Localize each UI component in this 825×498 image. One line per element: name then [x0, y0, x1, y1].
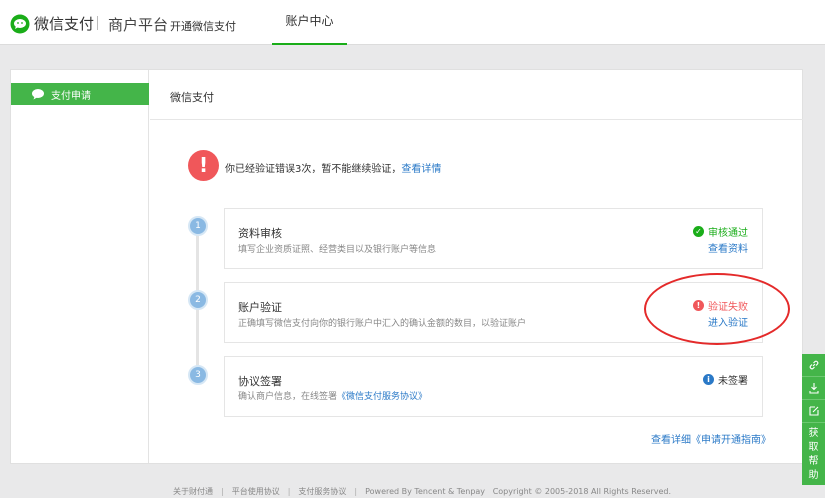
step-desc-prefix: 确认商户信息，在线签署 — [238, 392, 338, 402]
download-button[interactable] — [802, 377, 825, 400]
content-title: 微信支付 — [170, 91, 214, 104]
edit-icon — [808, 406, 819, 416]
view-materials-link[interactable]: 查看资料 — [708, 240, 748, 255]
edit-button[interactable] — [802, 400, 825, 423]
step-desc: 填写企业资质证照、经营类目以及银行账户等信息 — [238, 245, 437, 255]
step-title: 协议签署 — [238, 375, 282, 388]
open-pay-label: 开通微信支付 — [170, 20, 236, 33]
link-icon — [809, 360, 818, 370]
logo-text: 微信支付 — [34, 15, 95, 33]
help-char: 获 — [808, 428, 819, 439]
service-agreement-link[interactable]: 《微信支付服务协议》 — [337, 392, 427, 402]
check-icon: ✓ — [693, 226, 704, 237]
alert-details-link[interactable]: 查看详情 — [401, 164, 441, 175]
status-approved: ✓ 审核通过 — [693, 224, 748, 239]
download-icon — [808, 383, 819, 394]
content-header: 微信支付 — [150, 70, 803, 120]
footer-copyright: Copyright © 2005-2018 All Rights Reserve… — [492, 487, 672, 496]
alert-exclamation-icon: ! — [188, 150, 219, 181]
footer-link-platform-agreement[interactable]: 平台使用协议 — [232, 487, 280, 496]
header-divider — [97, 16, 98, 30]
sidebar: 支付申请 — [11, 70, 149, 463]
chat-bubble-icon — [32, 89, 44, 100]
top-header: 微信支付 商户平台 开通微信支付 账户中心 — [0, 0, 825, 45]
tab-account-center[interactable]: 账户中心 — [272, 0, 347, 45]
help-sidebar: 获 取 帮 助 — [802, 354, 825, 485]
step-number-2: 2 — [188, 290, 208, 310]
step-title: 资料审核 — [238, 227, 282, 240]
status-unsigned: i 未签署 — [703, 372, 748, 387]
platform-title: 商户平台 — [108, 16, 169, 34]
link-button[interactable] — [802, 354, 825, 377]
alert-text: 你已经验证错误3次，暂不能继续验证， — [225, 164, 402, 175]
status-text: 未签署 — [718, 376, 748, 387]
footer-link-about[interactable]: 关于财付通 — [173, 487, 213, 496]
apply-guide-link[interactable]: 查看详细《申请开通指南》 — [651, 431, 771, 446]
step-title: 账户验证 — [238, 301, 282, 314]
step-card-agreement: 协议签署 确认商户信息，在线签署《微信支付服务协议》 i 未签署 — [224, 356, 763, 417]
step-card-review: 资料审核 填写企业资质证照、经营类目以及银行账户等信息 ✓ 审核通过 查看资料 — [224, 208, 763, 269]
status-text: 审核通过 — [708, 228, 748, 239]
wechat-logo-icon — [10, 14, 30, 33]
step-desc: 确认商户信息，在线签署《微信支付服务协议》 — [238, 389, 427, 402]
help-char: 取 — [808, 442, 819, 453]
info-icon: i — [703, 374, 714, 385]
help-char: 助 — [808, 470, 819, 481]
step-number-1: 1 — [188, 216, 208, 236]
sidebar-item-label: 支付申请 — [51, 90, 91, 102]
sidebar-item-payment-apply[interactable]: 支付申请 — [11, 83, 149, 105]
alert-message: 你已经验证错误3次，暂不能继续验证，查看详情 — [225, 160, 441, 175]
help-char: 帮 — [808, 456, 819, 467]
annotation-circle — [644, 273, 790, 345]
step-number-3: 3 — [188, 365, 208, 385]
step-desc: 正确填写微信支付向你的银行账户中汇入的确认金额的数目，以验证账户 — [238, 319, 527, 329]
footer-powered: Powered By Tencent & Tenpay — [365, 487, 486, 496]
footer: 关于财付通 | 平台使用协议 | 支付服务协议 | Powered By Tencent &… — [173, 487, 672, 496]
footer-link-payment-agreement[interactable]: 支付服务协议 — [298, 487, 346, 496]
get-help-button[interactable]: 获 取 帮 助 — [802, 423, 825, 485]
wechat-pay-logo[interactable]: 微信支付 — [10, 13, 94, 34]
